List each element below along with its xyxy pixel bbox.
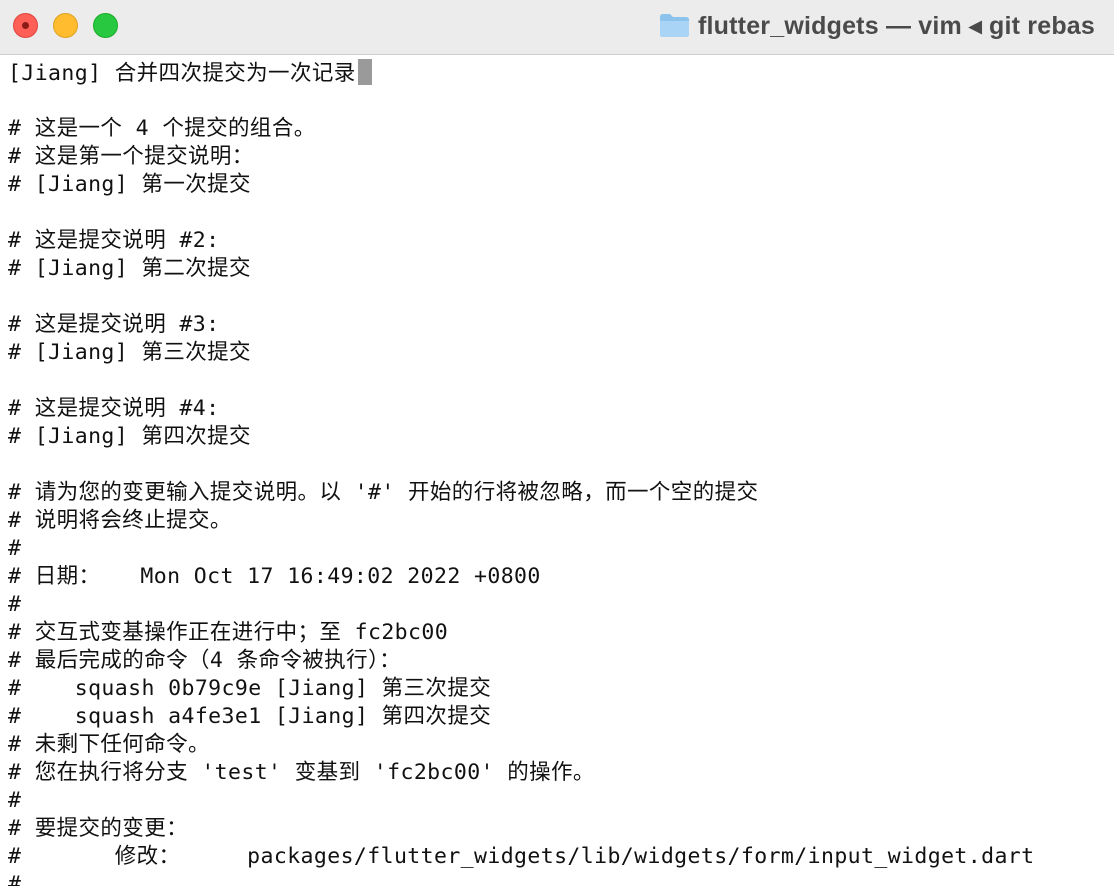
- editor-line: # [Jiang] 第三次提交: [8, 340, 251, 365]
- editor-line: # 最后完成的命令（4 条命令被执行）：: [8, 648, 402, 673]
- editor-line: # 这是提交说明 #3:: [8, 312, 220, 337]
- editor-line: # 这是提交说明 #4:: [8, 396, 220, 421]
- editor-line: # 修改： packages/flutter_widgets/lib/widge…: [8, 844, 1035, 869]
- editor-line: # squash 0b79c9e [Jiang] 第三次提交: [8, 676, 492, 701]
- editor-line: # 未剩下任何命令。: [8, 732, 210, 757]
- editor-line-text: [Jiang] 合并四次提交为一次记录: [8, 61, 356, 86]
- editor-line: #: [8, 788, 22, 813]
- editor-line: # 这是第一个提交说明：: [8, 144, 254, 169]
- editor-line: # squash a4fe3e1 [Jiang] 第四次提交: [8, 704, 492, 729]
- editor-line: # 要提交的变更：: [8, 816, 188, 841]
- title-bar: flutter_widgets — vim ◂ git rebas: [0, 0, 1114, 55]
- editor-line: [Jiang] 合并四次提交为一次记录: [8, 59, 1114, 87]
- close-button[interactable]: [13, 13, 38, 38]
- editor-line: # 日期： Mon Oct 17 16:49:02 2022 +0800: [8, 564, 541, 589]
- editor-line: # 这是一个 4 个提交的组合。: [8, 116, 316, 141]
- editor-line: #: [8, 536, 22, 561]
- editor-line: # 这是提交说明 #2:: [8, 228, 220, 253]
- text-cursor: [357, 59, 372, 85]
- editor-line: # 说明将会终止提交。: [8, 508, 232, 533]
- editor-line: # 交互式变基操作正在进行中；至 fc2bc00: [8, 620, 449, 645]
- window-title: flutter_widgets — vim ◂ git rebas: [698, 12, 1096, 40]
- editor-line: # [Jiang] 第一次提交: [8, 172, 251, 197]
- editor-line: # 您在执行将分支 'test' 变基到 'fc2bc00' 的操作。: [8, 760, 595, 785]
- editor-line: # 请为您的变更输入提交说明。以 '#' 开始的行将被忽略，而一个空的提交: [8, 480, 759, 505]
- editor-line: #: [8, 592, 22, 617]
- editor-line: # [Jiang] 第四次提交: [8, 424, 251, 449]
- vim-editor[interactable]: [Jiang] 合并四次提交为一次记录 # 这是一个 4 个提交的组合。 # 这…: [8, 59, 1114, 886]
- editor-line: # [Jiang] 第二次提交: [8, 256, 251, 281]
- minimize-button[interactable]: [53, 13, 78, 38]
- folder-icon: [660, 14, 689, 37]
- editor-line: #: [8, 872, 22, 886]
- zoom-button[interactable]: [93, 13, 118, 38]
